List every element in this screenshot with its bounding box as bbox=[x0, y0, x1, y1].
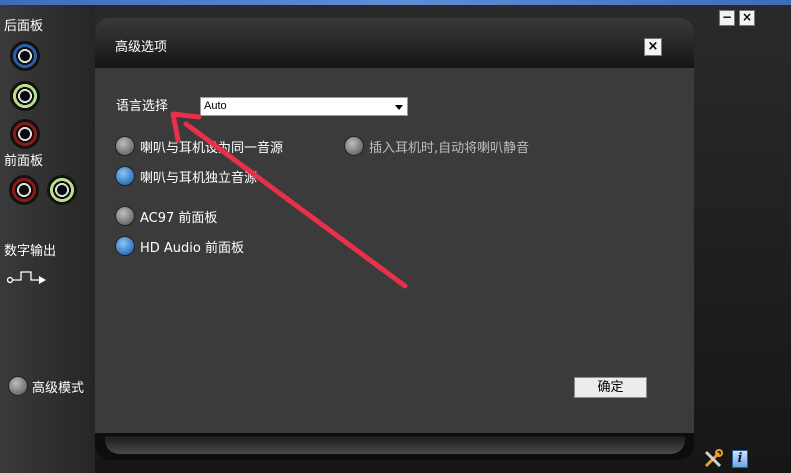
info-icon[interactable]: i bbox=[732, 450, 748, 468]
dialog-title: 高级选项 bbox=[115, 40, 168, 55]
dialog-header: 高级选项 × bbox=[95, 18, 694, 68]
back-jack-blue[interactable] bbox=[10, 41, 40, 71]
radio-hd-audio[interactable] bbox=[115, 236, 135, 256]
option-ac97[interactable]: AC97 前面板 bbox=[115, 206, 217, 226]
ok-button[interactable]: 确定 bbox=[574, 377, 647, 398]
app-window: 后面板 前面板 数字输出 高级模式 − × 高级选项 × 语言选择 Auto 喇… bbox=[0, 0, 791, 473]
option-same-source[interactable]: 喇叭与耳机设为同一音源 bbox=[115, 136, 283, 156]
tools-icon[interactable] bbox=[703, 449, 723, 469]
back-jack-green[interactable] bbox=[10, 81, 40, 111]
radio-mute-on-plug[interactable] bbox=[344, 136, 364, 156]
advanced-options-dialog: 高级选项 × 语言选择 Auto 喇叭与耳机设为同一音源 喇叭与耳机独立音源 插… bbox=[95, 18, 694, 460]
back-panel-label: 后面板 bbox=[4, 19, 44, 34]
option-same-source-label: 喇叭与耳机设为同一音源 bbox=[140, 140, 284, 156]
back-jack-red[interactable] bbox=[10, 119, 40, 149]
window-close-button[interactable]: × bbox=[739, 10, 755, 26]
radio-independent-source[interactable] bbox=[115, 166, 135, 186]
dialog-body: 语言选择 Auto 喇叭与耳机设为同一音源 喇叭与耳机独立音源 插入耳机时,自动… bbox=[95, 68, 694, 433]
option-ac97-label: AC97 前面板 bbox=[140, 210, 218, 226]
language-select-value: Auto bbox=[204, 100, 227, 112]
language-label: 语言选择 bbox=[116, 99, 169, 114]
option-hd-audio[interactable]: HD Audio 前面板 bbox=[115, 236, 244, 256]
front-jack-red[interactable] bbox=[9, 175, 39, 205]
option-independent-source-label: 喇叭与耳机独立音源 bbox=[140, 170, 258, 186]
advanced-mode-radio[interactable] bbox=[8, 376, 28, 396]
title-strip bbox=[0, 0, 791, 5]
option-mute-on-plug-label: 插入耳机时,自动将喇叭静音 bbox=[369, 140, 530, 156]
digital-output-label: 数字输出 bbox=[4, 244, 57, 259]
advanced-mode-label: 高级模式 bbox=[32, 380, 85, 396]
front-panel-label: 前面板 bbox=[4, 154, 44, 169]
option-independent-source[interactable]: 喇叭与耳机独立音源 bbox=[115, 166, 257, 186]
option-hd-audio-label: HD Audio 前面板 bbox=[140, 240, 245, 256]
front-jack-green[interactable] bbox=[47, 175, 77, 205]
dialog-close-button[interactable]: × bbox=[644, 38, 662, 56]
digital-output-icon bbox=[7, 271, 46, 284]
minimize-button[interactable]: − bbox=[719, 10, 735, 26]
chevron-down-icon bbox=[395, 105, 403, 110]
language-select[interactable]: Auto bbox=[200, 97, 408, 116]
dialog-footer bbox=[105, 436, 685, 454]
advanced-mode-toggle[interactable]: 高级模式 bbox=[8, 376, 84, 396]
radio-ac97[interactable] bbox=[115, 206, 135, 226]
radio-same-source[interactable] bbox=[115, 136, 135, 156]
left-panel: 后面板 前面板 数字输出 高级模式 bbox=[0, 5, 95, 473]
option-mute-on-plug[interactable]: 插入耳机时,自动将喇叭静音 bbox=[344, 136, 529, 156]
